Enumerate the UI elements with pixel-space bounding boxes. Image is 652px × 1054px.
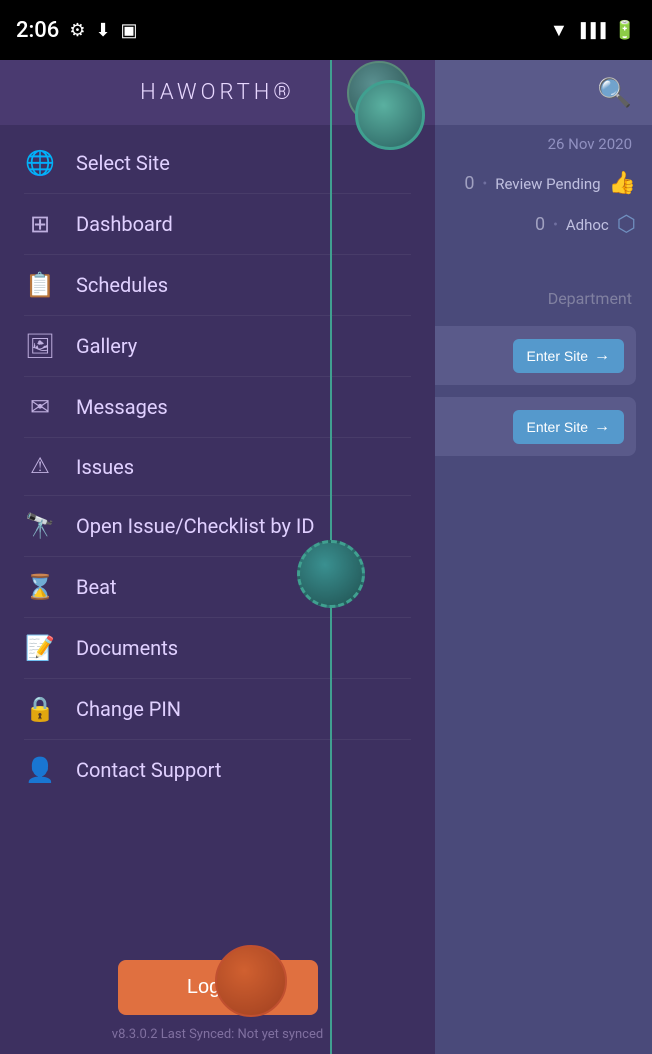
hourglass-icon: ⌛	[24, 573, 56, 601]
binoculars-icon: 🔭	[24, 512, 56, 540]
enter-site-button-2[interactable]: Enter Site →	[513, 410, 624, 444]
sidebar-item-issues[interactable]: ⚠ Issues	[0, 438, 435, 495]
sidebar-item-label: Documents	[76, 636, 178, 660]
schedules-icon: 📋	[24, 271, 56, 299]
sidebar-item-messages[interactable]: ✉ Messages	[0, 377, 435, 437]
sidebar-item-schedules[interactable]: 📋 Schedules	[0, 255, 435, 315]
lock-icon: 🔒	[24, 695, 56, 723]
screen-icon: ▣	[121, 20, 138, 41]
review-dot: •	[482, 176, 487, 192]
sidebar-item-label: Beat	[76, 575, 117, 599]
sidebar-item-open-issue[interactable]: 🔭 Open Issue/Checklist by ID	[0, 496, 435, 556]
sidebar-item-documents[interactable]: 📝 Documents	[0, 618, 435, 678]
version-text: v8.3.0.2 Last Synced: Not yet synced	[112, 1027, 323, 1042]
review-label: Review Pending	[495, 175, 600, 193]
settings-icon: ⚙	[69, 20, 85, 41]
teal-circle-bottom	[215, 945, 287, 1017]
teal-circle-top	[355, 80, 425, 150]
arrow-icon-2: →	[594, 418, 610, 436]
layers-icon: ⬡	[617, 212, 636, 237]
drawer-menu: 🌐 Select Site ⊞ Dashboard 📋 Schedules 🖼 …	[0, 125, 435, 944]
sidebar-item-label: Issues	[76, 455, 134, 479]
support-icon: 👤	[24, 756, 56, 784]
globe-icon: 🌐	[24, 149, 56, 177]
sidebar-item-label: Dashboard	[76, 212, 173, 236]
drawer-logo: HAWORTH®	[140, 80, 295, 105]
sidebar-item-label: Contact Support	[76, 758, 221, 782]
download-icon: ⬇	[95, 20, 110, 41]
search-icon[interactable]: 🔍	[597, 76, 632, 109]
signal-icon: ▐▐▐	[576, 22, 606, 39]
dashboard-icon: ⊞	[24, 210, 56, 238]
sidebar-item-label: Schedules	[76, 273, 168, 297]
sidebar-item-label: Change PIN	[76, 697, 181, 721]
sidebar-item-dashboard[interactable]: ⊞ Dashboard	[0, 194, 435, 254]
status-time: 2:06	[16, 18, 59, 43]
adhoc-count: 0	[535, 214, 545, 235]
adhoc-label: Adhoc	[566, 216, 609, 234]
sidebar-item-gallery[interactable]: 🖼 Gallery	[0, 316, 435, 376]
battery-icon: 🔋	[614, 20, 636, 41]
adhoc-dot: •	[553, 217, 558, 233]
thumbs-up-icon: 👍	[609, 171, 636, 196]
arrow-icon-1: →	[594, 347, 610, 365]
sidebar-item-contact-support[interactable]: 👤 Contact Support	[0, 740, 435, 800]
sidebar-item-label: Open Issue/Checklist by ID	[76, 514, 314, 538]
sidebar-item-label: Gallery	[76, 334, 137, 358]
sidebar-item-label: Select Site	[76, 151, 170, 175]
messages-icon: ✉	[24, 393, 56, 421]
wifi-icon: ▼	[550, 20, 568, 41]
sidebar-item-change-pin[interactable]: 🔒 Change PIN	[0, 679, 435, 739]
sidebar-item-beat[interactable]: ⌛ Beat	[0, 557, 435, 617]
navigation-drawer: HAWORTH® 🌐 Select Site ⊞ Dashboard 📋 Sch…	[0, 60, 435, 1054]
status-bar: 2:06 ⚙ ⬇ ▣ ▼ ▐▐▐ 🔋	[0, 0, 652, 60]
gallery-icon: 🖼	[24, 332, 56, 360]
drawer-footer: Logout v8.3.0.2 Last Synced: Not yet syn…	[0, 944, 435, 1054]
documents-icon: 📝	[24, 634, 56, 662]
enter-site-button-1[interactable]: Enter Site →	[513, 339, 624, 373]
review-count: 0	[464, 173, 474, 194]
teal-circle-mid	[297, 540, 365, 608]
sidebar-item-label: Messages	[76, 395, 168, 419]
issues-icon: ⚠	[24, 454, 56, 479]
